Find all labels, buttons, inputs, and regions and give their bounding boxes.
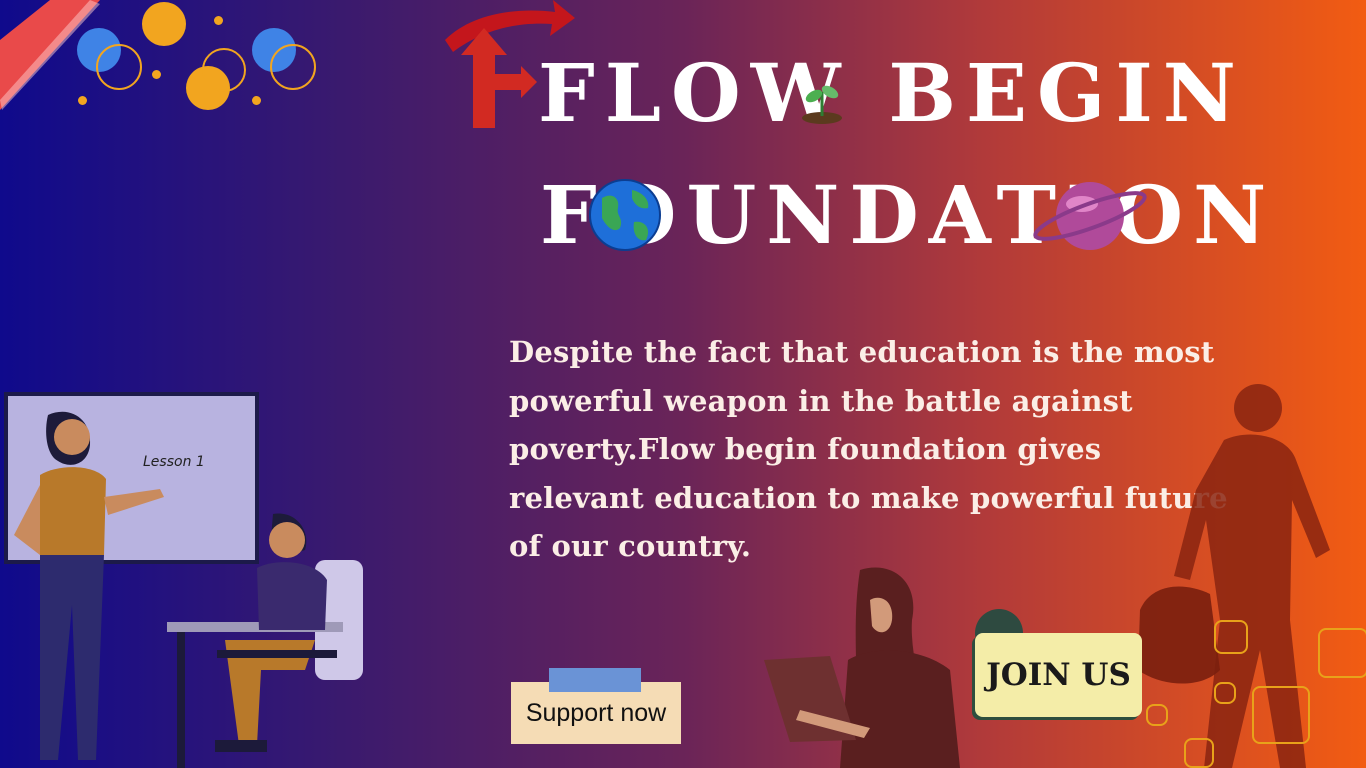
join-us-label: JOIN US [986, 657, 1131, 693]
sprout-icon [802, 85, 842, 124]
arrow-icon [445, 0, 575, 128]
support-now-label: Support now [525, 698, 667, 727]
planet-icon [1033, 182, 1147, 250]
earth-globe-icon [589, 179, 661, 251]
title-line-1: FLOW BEGIN [538, 46, 1246, 140]
tape-decoration [549, 668, 641, 692]
woman-laptop-illustration [764, 567, 960, 768]
join-us-button[interactable]: JOIN US [975, 633, 1142, 717]
student-illustration [167, 513, 363, 768]
teacher-illustration [14, 411, 164, 760]
